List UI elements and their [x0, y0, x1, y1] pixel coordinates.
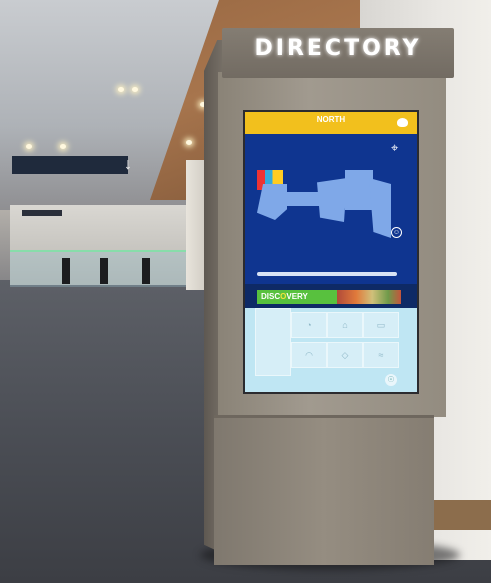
discovery-banner[interactable]: DISCOVERY: [257, 290, 337, 304]
home-icon[interactable]: [397, 118, 408, 127]
ceiling-light: [118, 87, 124, 92]
category-tile[interactable]: ◠: [291, 342, 327, 368]
category-tile[interactable]: [255, 308, 291, 376]
person-icon[interactable]: ☺: [391, 227, 402, 238]
discovery-text-part: VERY: [286, 292, 308, 301]
ceiling-light: [60, 144, 66, 149]
photo-scene: ↓ DIRECTORY NORTH ⌖ ☺ DISCOVERY ◔ ⌂ ▭ ◠: [0, 0, 491, 583]
escalator-rail: [100, 258, 108, 284]
floor-map[interactable]: [245, 134, 417, 284]
map-building[interactable]: [317, 178, 347, 222]
kiosk-touchscreen[interactable]: NORTH ⌖ ☺ DISCOVERY ◔ ⌂ ▭ ◠ ◇ ≈ ☉: [243, 110, 419, 394]
ceiling-light: [26, 144, 32, 149]
exit-sign: [22, 210, 62, 216]
compass-icon[interactable]: ⌖: [391, 140, 398, 156]
category-tile[interactable]: ≈: [363, 342, 399, 368]
kiosk-title: DIRECTORY: [254, 36, 422, 61]
category-tile[interactable]: ⌂: [327, 312, 363, 338]
map-building[interactable]: [285, 192, 319, 206]
escalator-rail: [62, 258, 70, 284]
map-building[interactable]: [345, 170, 373, 210]
screen-header-title: NORTH: [316, 115, 346, 124]
discovery-text-part: DISC: [261, 292, 281, 301]
escalator-rail: [142, 258, 150, 284]
ceiling-light: [132, 87, 138, 92]
ceiling-light: [186, 140, 192, 145]
pedestrian-icon[interactable]: ☉: [385, 374, 397, 386]
category-tile[interactable]: ◔: [291, 312, 327, 338]
discovery-photo[interactable]: [337, 290, 401, 304]
category-tile[interactable]: ◇: [327, 342, 363, 368]
kiosk-base: [214, 415, 434, 565]
arrow-down-icon: ↓: [124, 156, 132, 173]
search-bar[interactable]: [257, 272, 397, 276]
overhead-wayfinding-sign: [12, 156, 128, 174]
category-tile[interactable]: ▭: [363, 312, 399, 338]
map-building[interactable]: [369, 178, 391, 238]
